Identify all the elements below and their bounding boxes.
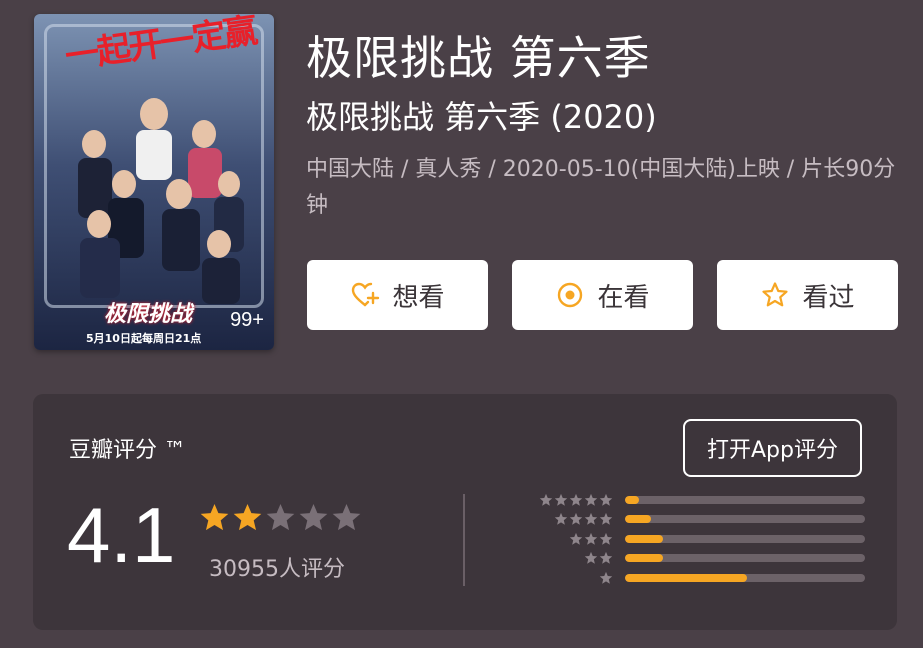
rating-stars [199, 502, 362, 533]
star-small-icon [599, 513, 613, 525]
star-empty-icon [332, 503, 361, 531]
open-app-rate-button[interactable]: 打开App评分 [683, 419, 862, 477]
rating-divider [463, 494, 465, 586]
rating-score: 4.1 [67, 491, 176, 579]
poster-logo: 极限挑战 [104, 302, 193, 327]
heart-plus-icon [352, 282, 380, 307]
star-empty-icon [266, 503, 295, 531]
photo-count-badge[interactable]: 99+ [230, 309, 264, 332]
movie-meta-info: 中国大陆 / 真人秀 / 2020-05-10(中国大陆)上映 / 片长90分钟 [306, 157, 896, 218]
star-filled-icon [200, 503, 229, 531]
star-small-icon [584, 532, 598, 545]
rating-card: 豆瓣评分 ™ 打开App评分 4.1 30955人评分 [33, 394, 897, 630]
star-small-icon [569, 493, 583, 506]
distribution-stars [527, 512, 613, 526]
distribution-stars [527, 493, 613, 507]
rating-title: 豆瓣评分 ™ [69, 438, 186, 463]
star-empty-icon [299, 503, 328, 531]
rating-distribution-row [527, 510, 867, 530]
distribution-bar [625, 495, 865, 504]
poster-people-illustration [78, 98, 244, 304]
star-small-icon [554, 513, 568, 525]
movie-poster[interactable]: 一起开一定赢 极限挑战 5月10日起每周日21点 99+ [34, 14, 274, 350]
want-to-watch-label: 想看 [392, 282, 445, 313]
star-small-icon [599, 532, 613, 545]
star-small-icon [554, 493, 568, 506]
distribution-bar-fill [625, 515, 652, 524]
rating-distribution-row [527, 568, 867, 588]
watched-label: 看过 [802, 282, 855, 313]
distribution-stars [527, 532, 613, 546]
star-small-icon [569, 513, 583, 525]
distribution-bar-fill [625, 573, 748, 582]
distribution-stars [527, 571, 613, 585]
distribution-bar-fill [625, 554, 664, 563]
star-small-icon [599, 493, 613, 506]
rating-distribution-row [527, 549, 867, 569]
watching-label: 在看 [597, 282, 650, 313]
distribution-bar-fill [625, 534, 664, 543]
target-circle-icon [558, 282, 583, 308]
rating-count: 30955人评分 [209, 557, 345, 582]
star-filled-icon [233, 503, 262, 531]
rating-distribution-row [527, 490, 867, 510]
star-small-icon [599, 552, 613, 564]
distribution-bar-fill [625, 495, 640, 504]
star-small-icon [599, 571, 613, 584]
watched-button[interactable]: 看过 [717, 260, 898, 330]
distribution-bar [625, 554, 865, 563]
rating-distribution-row [527, 529, 867, 549]
rating-distribution [527, 490, 867, 588]
watching-button[interactable]: 在看 [512, 260, 693, 330]
want-to-watch-button[interactable]: 想看 [307, 260, 488, 330]
star-small-icon [584, 552, 598, 564]
distribution-stars [527, 551, 613, 565]
distribution-bar [625, 573, 865, 582]
poster-date-text: 5月10日起每周日21点 [86, 332, 202, 345]
distribution-bar [625, 515, 865, 524]
star-small-icon [584, 493, 598, 506]
star-small-icon [539, 493, 553, 506]
star-outline-icon [762, 282, 789, 307]
star-small-icon [584, 513, 598, 525]
page-title: 极限挑战 第六季 [306, 31, 651, 85]
original-title: 极限挑战 第六季 (2020) [306, 98, 657, 136]
distribution-bar [625, 534, 865, 543]
star-small-icon [569, 532, 583, 545]
